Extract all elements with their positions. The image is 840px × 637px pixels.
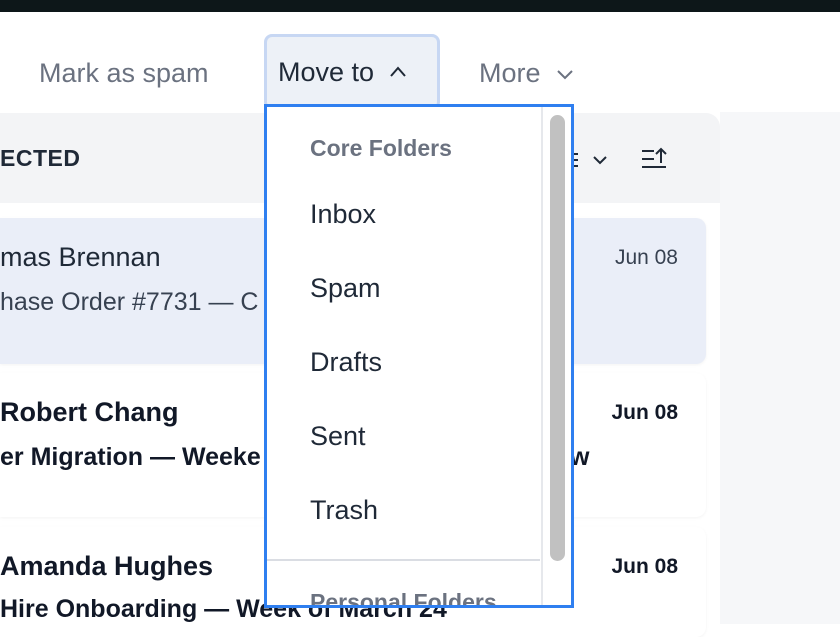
email-sender: Robert Chang — [0, 397, 179, 427]
selected-count-label: ECTED — [0, 145, 81, 171]
more-label: More — [479, 58, 541, 88]
window-top-bar — [0, 0, 840, 12]
sort-icon[interactable] — [640, 147, 668, 173]
reading-pane-background — [720, 112, 840, 624]
folder-list: Core Folders Inbox Spam Drafts Sent Tras… — [267, 107, 542, 605]
move-to-menu: Core Folders Inbox Spam Drafts Sent Tras… — [264, 104, 574, 608]
scrollbar-thumb[interactable] — [550, 115, 565, 561]
menu-scrollbar[interactable] — [541, 107, 571, 605]
email-date: Jun 08 — [614, 246, 678, 269]
email-subject: er Migration — Weeke — [0, 443, 261, 471]
chevron-down-icon — [556, 69, 573, 79]
move-to-button[interactable]: Move to — [264, 34, 440, 110]
core-folders-heading: Core Folders — [310, 135, 452, 161]
folder-item-drafts[interactable]: Drafts — [310, 347, 382, 378]
folder-item-spam[interactable]: Spam — [310, 273, 381, 304]
folder-item-trash[interactable]: Trash — [310, 495, 378, 526]
mark-as-spam-label: Mark as spam — [39, 58, 209, 88]
folder-item-sent[interactable]: Sent — [310, 421, 366, 452]
personal-folders-heading: Personal Folders — [310, 589, 497, 608]
chevron-down-icon — [593, 156, 607, 165]
chevron-up-icon — [390, 66, 406, 77]
email-date: Jun 08 — [611, 555, 678, 578]
menu-divider — [267, 559, 540, 561]
more-button[interactable]: More — [479, 58, 575, 89]
move-to-label: Move to — [278, 56, 375, 87]
email-sender: mas Brennan — [0, 242, 161, 272]
email-sender: Amanda Hughes — [0, 551, 214, 581]
folder-item-inbox[interactable]: Inbox — [310, 199, 376, 230]
email-toolbar: Mark as spam Move to More — [0, 12, 840, 112]
email-date: Jun 08 — [611, 401, 678, 424]
mark-as-spam-button[interactable]: Mark as spam — [39, 58, 209, 89]
email-subject: hase Order #7731 — C — [0, 288, 259, 316]
